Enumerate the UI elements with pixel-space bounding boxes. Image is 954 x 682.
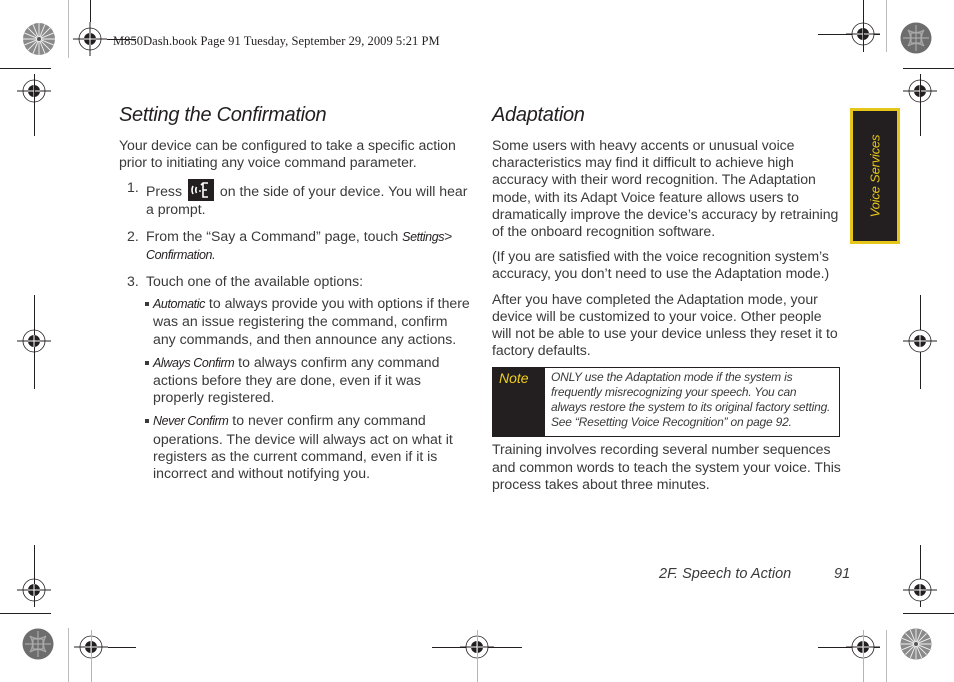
registration-target-icon (903, 578, 937, 602)
option-term: Always Confirm (153, 355, 235, 370)
section-heading-adaptation: Adaptation (492, 104, 585, 126)
color-registration-starburst-icon (23, 23, 55, 55)
side-tab-label: Voice Services (867, 134, 883, 218)
print-slug: M850Dash.book Page 91 Tuesday, September… (113, 34, 440, 48)
menu-path-confirmation: Confirmation (146, 247, 213, 262)
step-3: 3. Touch one of the available options: (119, 273, 471, 290)
note-label: Note (493, 368, 545, 437)
color-registration-starburst-icon (900, 628, 932, 660)
step-text: From the “Say a Command” page, touch (146, 227, 399, 244)
adaptation-paragraph-2: (If you are satisfied with the voice rec… (492, 248, 830, 282)
section-heading-setting-confirmation: Setting the Confirmation (119, 104, 327, 126)
color-registration-starburst-icon (22, 628, 54, 660)
option-automatic: Automatic to always provide you with opt… (119, 295, 471, 348)
note-box: Note ONLY use the Adaptation mode if the… (492, 367, 840, 438)
voice-command-key-icon (187, 179, 214, 202)
registration-target-icon (73, 22, 107, 56)
step-1: 1. Press on the side of your device. You… (119, 179, 471, 218)
option-term: Never Confirm (153, 414, 229, 429)
registration-target-icon (17, 329, 51, 353)
bullet-icon (145, 360, 149, 365)
menu-path-settings: Settings (402, 229, 445, 244)
right-column: Adaptation Some users with heavy accents… (492, 104, 844, 493)
adaptation-closing-paragraph: Training involves recording several numb… (492, 441, 841, 492)
step-text: Press (146, 183, 183, 200)
option-term: Automatic (153, 297, 205, 312)
color-registration-starburst-icon (900, 22, 932, 54)
footer-section-title: 2F. Speech to Action (659, 566, 792, 582)
bullet-icon (145, 302, 149, 307)
footer-page-number: 91 (834, 566, 851, 582)
menu-path-separator: > (444, 227, 453, 244)
step-number: 1. (127, 179, 139, 196)
adaptation-paragraph-1: Some users with heavy accents or unusual… (492, 137, 839, 240)
option-always-confirm: Always Confirm to always confirm any com… (119, 354, 471, 407)
registration-target-icon (17, 578, 51, 602)
step-number: 3. (127, 273, 139, 290)
intro-paragraph: Your device can be configured to take a … (119, 137, 456, 171)
note-text: ONLY use the Adaptation mode if the syst… (551, 370, 831, 430)
step-number: 2. (127, 227, 139, 244)
option-never-confirm: Never Confirm to never confirm any comma… (119, 412, 471, 482)
adaptation-paragraph-3: After you have completed the Adaptation … (492, 290, 838, 359)
left-column: Setting the Confirmation Your device can… (119, 104, 471, 482)
step-2: 2. From the “Say a Command” page, touch … (127, 227, 453, 262)
step-text: Touch one of the available options: (146, 273, 364, 290)
registration-target-icon (903, 329, 937, 353)
bullet-icon (145, 419, 149, 424)
chapter-side-tab: Voice Services (850, 108, 900, 244)
